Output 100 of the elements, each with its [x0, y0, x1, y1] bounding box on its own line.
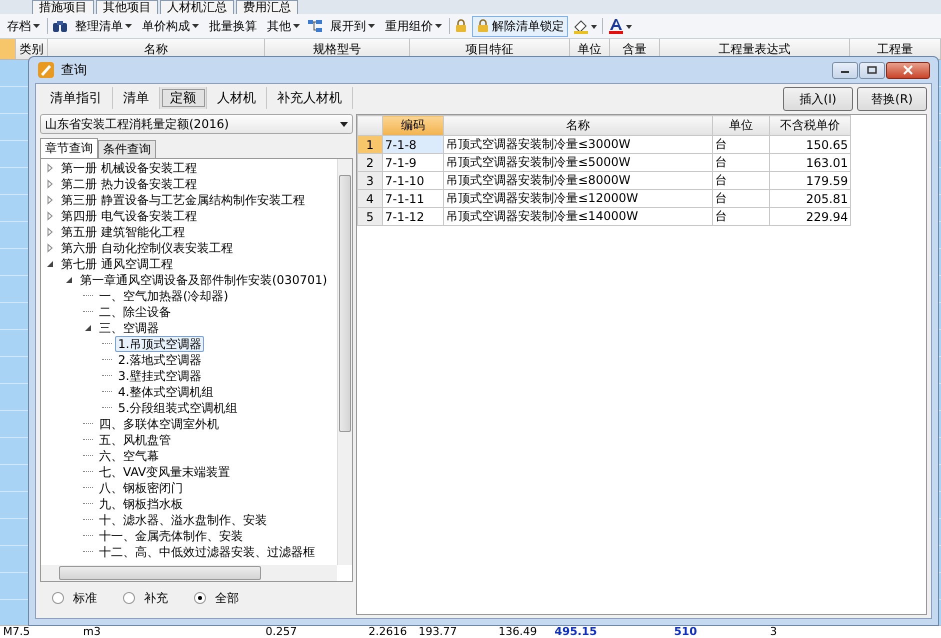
tree-item[interactable]: 第一册 机械设备安装工程	[58, 160, 200, 176]
minimize-button[interactable]	[832, 62, 858, 78]
expand-triangle-icon[interactable]	[45, 211, 55, 221]
table-cell: 台	[712, 154, 770, 172]
tree-item[interactable]: 六、空气幕	[96, 448, 162, 464]
toolbar-button[interactable]: 单价构成	[139, 16, 202, 36]
tree-item[interactable]: 第二册 热力设备安装工程	[58, 176, 200, 192]
radio-button[interactable]: 全部	[194, 590, 239, 606]
caret-icon	[192, 24, 199, 28]
expand-triangle-icon[interactable]	[45, 243, 55, 253]
row-number[interactable]: 5	[358, 208, 382, 226]
column-header[interactable]: 单位	[712, 116, 770, 136]
radio-button[interactable]: 补充	[123, 590, 168, 606]
expand-triangle-icon[interactable]	[45, 179, 55, 189]
tree-item[interactable]: 第七册 通风空调工程	[58, 256, 176, 272]
tree-item[interactable]: 四、多联体空调室外机	[96, 416, 222, 432]
table-cell: 台	[712, 208, 770, 226]
tree-item[interactable]: 十、滤水器、溢水盘制作、安装	[96, 512, 270, 528]
tree-item[interactable]: 第四册 电气设备安装工程	[58, 208, 200, 224]
tree-item[interactable]: 1.吊顶式空调器	[115, 336, 204, 352]
library-dropdown[interactable]: 山东省安装工程消耗量定额(2016)	[40, 114, 353, 134]
tree-item[interactable]: 第五册 建筑智能化工程	[58, 224, 188, 240]
collapse-triangle-icon[interactable]	[45, 259, 55, 269]
table-cell: 吊顶式空调器安装制冷量≤3000W	[444, 136, 712, 154]
table-cell-text: 0.257	[264, 626, 298, 638]
table-cell-text: M7.5	[2, 626, 31, 638]
tab[interactable]: 条件查询	[98, 140, 156, 158]
table-cell-text: 2.2616	[368, 626, 408, 638]
tree-item[interactable]: 第一章通风空调设备及部件制作安装(030701)	[77, 272, 330, 288]
tree-item[interactable]: 第六册 自动化控制仪表安装工程	[58, 240, 236, 256]
tree-item[interactable]: 一、空气加热器(冷却器)	[96, 288, 232, 304]
caret-icon	[125, 24, 132, 28]
row-number[interactable]: 1	[358, 136, 382, 154]
column-header[interactable]: 不含税单价	[770, 116, 850, 136]
font-color-icon[interactable]	[607, 18, 633, 34]
tree-expand-icon[interactable]	[307, 19, 323, 33]
toolbar-button[interactable]: 展开到	[327, 16, 378, 36]
tree-item[interactable]: 二、除尘设备	[96, 304, 174, 320]
sheet-tab[interactable]: 措施项目	[32, 0, 94, 14]
toolbar-button[interactable]: 重用组价	[382, 16, 445, 36]
column-header[interactable]: 编码	[382, 116, 444, 136]
binoculars-icon[interactable]	[52, 19, 68, 33]
table-cell-text: 193.77	[418, 626, 458, 638]
tree-item[interactable]: 三、空调器	[96, 320, 162, 336]
dropdown-arrow-icon[interactable]	[340, 122, 348, 126]
window-title: 查询	[61, 62, 87, 79]
tree-item[interactable]: 十一、金属壳体制作、安装	[96, 528, 246, 544]
column-header[interactable]: 名称	[444, 116, 712, 136]
tree-item[interactable]: 4.整体式空调机组	[115, 384, 216, 400]
radio-icon[interactable]	[52, 592, 64, 604]
horizontal-scrollbar[interactable]	[41, 565, 337, 581]
radio-button[interactable]: 标准	[52, 590, 97, 606]
toolbar-button[interactable]: 批量换算	[206, 16, 260, 36]
maximize-button[interactable]	[859, 62, 885, 78]
table-cell: 吊顶式空调器安装制冷量≤14000W	[444, 208, 712, 226]
expand-triangle-icon[interactable]	[45, 195, 55, 205]
tab[interactable]: 定额	[160, 87, 207, 109]
expand-triangle-icon[interactable]	[45, 163, 55, 173]
tree-item[interactable]: 2.落地式空调器	[115, 352, 204, 368]
dialog-button[interactable]: 替换(R)	[857, 87, 927, 111]
vertical-scrollbar[interactable]	[337, 159, 352, 565]
tree-item[interactable]: 八、钢板密闭门	[96, 480, 186, 496]
row-number[interactable]: 2	[358, 154, 382, 172]
tree-item[interactable]: 七、VAV变风量末端装置	[96, 464, 234, 480]
header-corner	[0, 39, 16, 59]
sheet-tab[interactable]: 费用汇总	[236, 0, 298, 14]
app-icon	[37, 61, 55, 79]
radio-icon[interactable]	[123, 592, 135, 604]
tree-item[interactable]: 九、钢板挡水板	[96, 496, 186, 512]
table-cell: 163.01	[770, 154, 850, 172]
toolbar-button[interactable]: 存档	[4, 16, 43, 36]
scrollbar-thumb[interactable]	[59, 566, 261, 580]
tree-item[interactable]: 五、风机盘管	[96, 432, 174, 448]
radio-icon[interactable]	[194, 592, 206, 604]
caret-icon	[33, 24, 40, 28]
sheet-tab[interactable]: 其他项目	[96, 0, 158, 14]
expand-triangle-icon[interactable]	[45, 227, 55, 237]
toolbar-button[interactable]: 解除清单锁定	[472, 16, 568, 36]
close-button[interactable]	[886, 62, 930, 78]
row-number[interactable]: 4	[358, 190, 382, 208]
table-cell: 7-1-11	[382, 190, 444, 208]
tree-item[interactable]: 5.分段组装式空调机组	[115, 400, 240, 416]
collapse-triangle-icon[interactable]	[64, 275, 74, 285]
tree-item[interactable]: 3.壁挂式空调器	[115, 368, 204, 384]
table-cell: 7-1-10	[382, 172, 444, 190]
table-cell: 台	[712, 136, 770, 154]
collapse-triangle-icon[interactable]	[83, 323, 93, 333]
dialog-button[interactable]: 插入(I)	[783, 87, 853, 111]
toolbar-button[interactable]: 整理清单	[72, 16, 135, 36]
close-icon	[903, 65, 913, 75]
sheet-tab[interactable]: 人材机汇总	[160, 0, 234, 14]
table-cell: 吊顶式空调器安装制冷量≤12000W	[444, 190, 712, 208]
tree-item[interactable]: 第三册 静置设备与工艺金属结构制作安装工程	[58, 192, 308, 208]
row-number[interactable]: 3	[358, 172, 382, 190]
table-cell: 7-1-9	[382, 154, 444, 172]
fill-color-icon[interactable]	[572, 18, 598, 34]
toolbar-button[interactable]: 其他	[264, 16, 303, 36]
scrollbar-thumb[interactable]	[339, 175, 351, 432]
tree-item[interactable]: 十二、高、中低效过滤器安装、过滤器框	[96, 544, 318, 560]
tab[interactable]: 章节查询	[40, 138, 98, 158]
